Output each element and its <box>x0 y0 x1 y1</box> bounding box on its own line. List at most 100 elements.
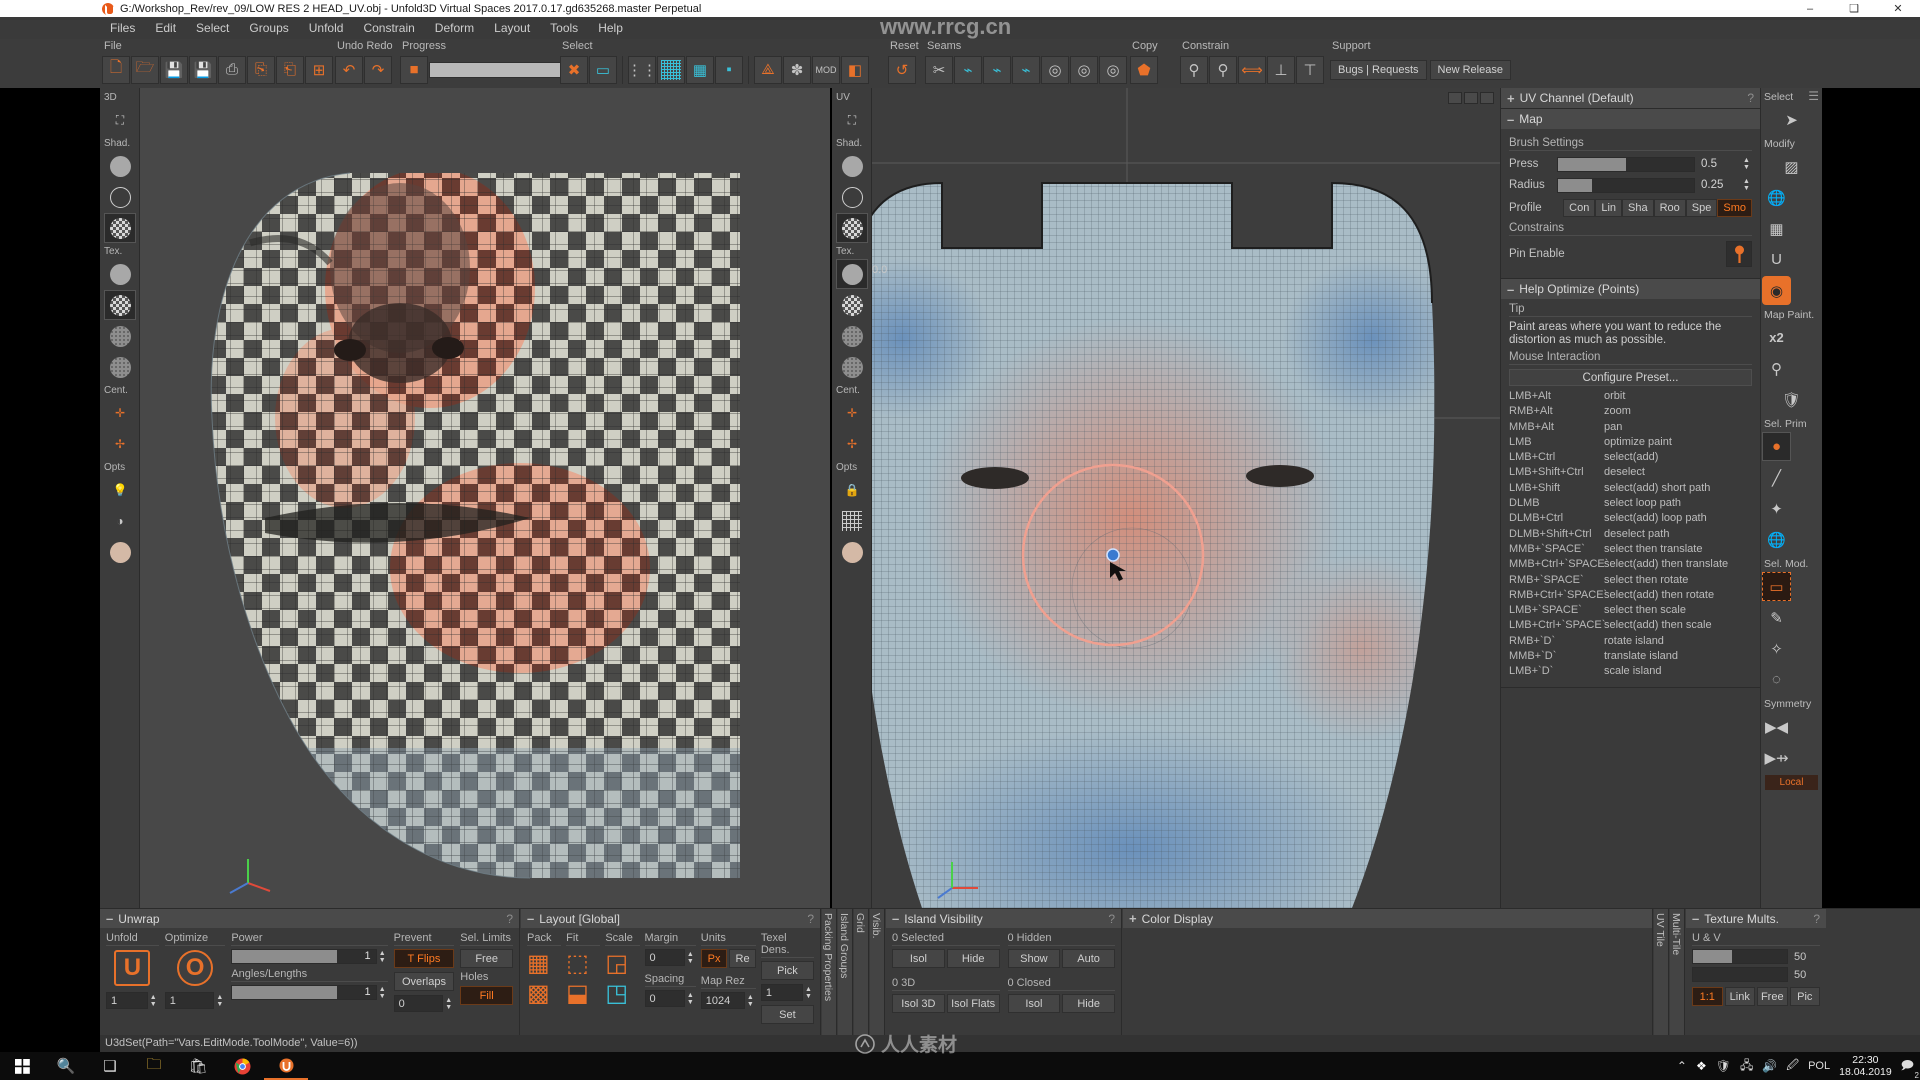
volume-icon[interactable]: 🔊 <box>1762 1059 1777 1073</box>
center-pivot-icon[interactable]: ✢ <box>104 429 136 459</box>
flatten-icon[interactable]: ▨ <box>1777 152 1806 181</box>
undo-icon[interactable]: ↶ <box>335 55 363 84</box>
mod3-icon[interactable]: ◧ <box>841 55 869 84</box>
tab-island-groups[interactable]: Island Groups <box>838 909 853 1036</box>
texel-pick-button[interactable]: Pick <box>760 961 814 980</box>
store-icon[interactable]: 🛍 <box>176 1052 220 1080</box>
isol-button[interactable]: Isol <box>892 949 945 968</box>
x2-icon[interactable]: x2 <box>1762 323 1791 352</box>
tex-dots-icon[interactable] <box>836 321 868 351</box>
help-icon[interactable]: ? <box>1813 912 1820 926</box>
tab-multi-tile[interactable]: Multi-Tile <box>1670 909 1685 1036</box>
tex-dots2-icon[interactable] <box>104 352 136 382</box>
frame-icon[interactable]: ⛶ <box>104 105 136 135</box>
v-value[interactable]: 50 <box>1788 969 1820 981</box>
seam1-icon[interactable]: ⌁ <box>954 55 982 84</box>
symmetry-space-label[interactable]: Local <box>1765 775 1818 790</box>
tex-none-icon[interactable] <box>836 259 868 289</box>
profile-segmented-control[interactable]: Con Lin Sha Roo Spe Smo <box>1563 198 1752 217</box>
import-icon[interactable]: ⎙ <box>218 55 246 84</box>
overlaps-stepper[interactable]: ▲ ▼ <box>443 997 454 1011</box>
scale-p-icon[interactable]: ◳ <box>605 979 639 1009</box>
radius-stepper[interactable]: ▲ ▼ <box>1741 178 1752 192</box>
shade-wire-icon[interactable] <box>104 182 136 212</box>
frame-icon[interactable]: ⛶ <box>836 105 868 135</box>
point-icon[interactable]: ● <box>1762 432 1791 461</box>
help-icon[interactable]: ? <box>1108 912 1115 926</box>
cut-icon[interactable]: ✂ <box>925 55 953 84</box>
press-stepper[interactable]: ▲ ▼ <box>1741 157 1752 171</box>
panel-texture-mults-header[interactable]: – Texture Mults. ? <box>1686 909 1826 928</box>
viewport-3d-canvas[interactable] <box>100 88 830 908</box>
optimize-button[interactable]: O <box>177 950 214 986</box>
margin-value[interactable]: 0 <box>644 949 685 966</box>
security-icon[interactable]: 🛡 <box>1716 1059 1731 1073</box>
uv-tile-btn-b[interactable] <box>1464 92 1478 104</box>
bugs-requests-button[interactable]: Bugs | Requests <box>1330 59 1427 80</box>
pin-paint-icon[interactable]: ⚲ <box>1762 354 1791 383</box>
unwrap-u-icon[interactable]: U <box>1762 245 1791 274</box>
panel-unwrap-header[interactable]: – Unwrap ? <box>100 909 519 928</box>
rect-select-icon[interactable]: ▭ <box>1762 572 1791 601</box>
free-button[interactable]: Free <box>460 949 514 968</box>
uv-tile-btn-a[interactable] <box>1448 92 1462 104</box>
expand-toggle-icon[interactable]: + <box>1129 911 1137 926</box>
shade-flat-icon[interactable] <box>104 151 136 181</box>
chevron-up-icon[interactable]: ⌃ <box>1677 1059 1687 1073</box>
show-button[interactable]: Show <box>1007 949 1061 968</box>
isol-flats-button[interactable]: Isol Flats <box>946 994 1000 1013</box>
tex-dots-icon[interactable] <box>104 321 136 351</box>
shadow-icon[interactable]: ◑ <box>104 506 136 536</box>
bg-color-icon[interactable] <box>836 537 868 567</box>
circle-select-icon[interactable]: ◌ <box>1762 665 1791 694</box>
collapse-toggle-icon[interactable]: – <box>892 911 899 926</box>
profile-option-roo[interactable]: Roo <box>1653 198 1686 217</box>
notification-icon[interactable]: 🗩 2 <box>1901 1056 1919 1080</box>
collapse-toggle-icon[interactable]: – <box>1692 911 1699 926</box>
stop-icon[interactable]: ■ <box>400 55 428 84</box>
press-value[interactable]: 0.5 <box>1695 158 1741 170</box>
pack-icon[interactable]: ▦ <box>527 949 561 979</box>
tree-icon[interactable]: ⊞ <box>305 55 333 84</box>
unfold3d-taskbar-icon[interactable] <box>264 1052 308 1080</box>
shield-icon[interactable]: 🛡 <box>1777 385 1806 414</box>
pin-icon[interactable] <box>1726 241 1752 267</box>
export-icon[interactable]: ⎘ <box>247 55 275 84</box>
panel-color-display-header[interactable]: + Color Display <box>1123 909 1652 928</box>
redo-icon[interactable]: ↷ <box>364 55 392 84</box>
unfold-grid-icon[interactable]: ▦ <box>1762 214 1791 243</box>
collapse-toggle-icon[interactable]: – <box>1507 112 1514 127</box>
optimize-paint-icon[interactable]: ◉ <box>1762 276 1791 305</box>
panel-uv-channel-header[interactable]: + UV Channel (Default) ? <box>1501 88 1760 108</box>
export-sel-icon[interactable]: ⎗ <box>276 55 304 84</box>
sidebar-menu-icon[interactable]: ☰ <box>1808 89 1822 103</box>
help-icon[interactable]: ? <box>807 912 814 926</box>
task-view-icon[interactable]: ❑ <box>88 1052 132 1080</box>
profile-option-sha[interactable]: Sha <box>1622 198 1654 217</box>
texture-mode-1-1[interactable]: 1:1 <box>1692 987 1723 1006</box>
light-icon[interactable]: 💡 <box>104 475 136 505</box>
spacing-stepper[interactable]: ▲ ▼ <box>685 992 696 1006</box>
island-icon[interactable]: 🌐 <box>1762 525 1791 554</box>
save-icon[interactable]: 💾 <box>160 55 188 84</box>
viewport-uv-canvas[interactable]: 0.0 <box>832 88 1500 908</box>
weld2-icon[interactable]: ◎ <box>1070 55 1098 84</box>
open-icon[interactable]: 🗁 <box>131 55 159 84</box>
fit-icon[interactable]: ⬚ <box>566 949 600 979</box>
expand-toggle-icon[interactable]: + <box>1507 91 1515 106</box>
copy-uv-icon[interactable]: ⬟ <box>1130 55 1158 84</box>
tex-none-icon[interactable] <box>104 259 136 289</box>
select-point-icon[interactable]: ▪ <box>715 55 743 84</box>
units-px-button[interactable]: Px <box>700 949 728 968</box>
menu-item-groups[interactable]: Groups <box>239 17 298 39</box>
start-icon[interactable] <box>0 1052 44 1080</box>
menu-item-layout[interactable]: Layout <box>484 17 540 39</box>
auto-button[interactable]: Auto <box>1062 949 1115 968</box>
overlaps-value[interactable]: 0 <box>393 995 444 1012</box>
profile-option-con[interactable]: Con <box>1563 198 1596 217</box>
pin-icon[interactable]: ⚲ <box>1180 55 1208 84</box>
mod-icon[interactable]: ✽ <box>783 55 811 84</box>
profile-option-spe[interactable]: Spe <box>1685 198 1718 217</box>
axis2-icon[interactable]: ⊤ <box>1296 55 1324 84</box>
scale-icon[interactable]: ◲ <box>605 949 639 979</box>
